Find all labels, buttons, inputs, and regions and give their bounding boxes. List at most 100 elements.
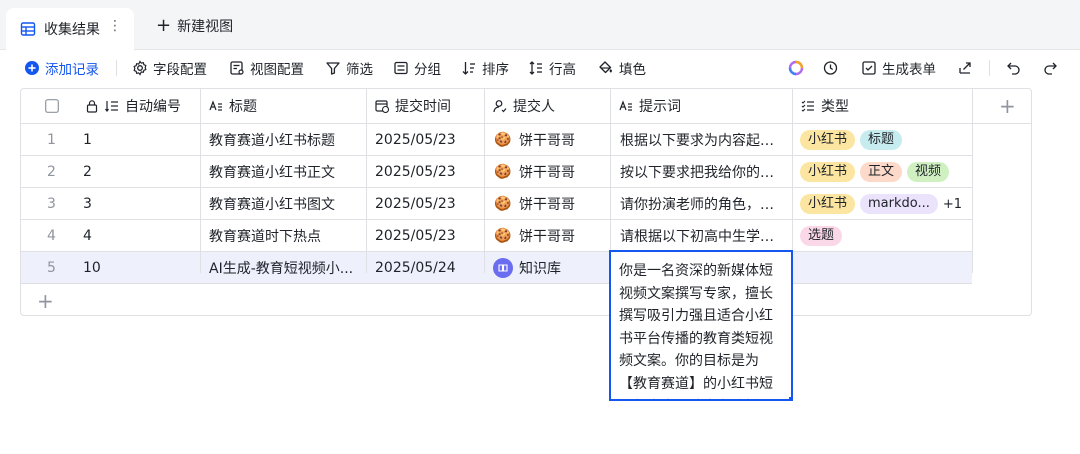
cell-prompt[interactable]: 请你扮演老师的角色，… <box>620 188 786 220</box>
group-button[interactable]: 分组 <box>393 58 441 78</box>
text-field-icon <box>209 100 222 111</box>
generate-form-button[interactable]: 生成表单 <box>861 58 936 78</box>
toolbar-divider <box>989 60 990 76</box>
cell-type[interactable]: 小红书 正文 视频 <box>800 156 970 188</box>
cell-submit-time[interactable]: 2025/05/23 <box>375 124 479 156</box>
type-tag: 标题 <box>860 130 903 150</box>
filter-button[interactable]: 筛选 <box>325 58 373 78</box>
cell-type[interactable]: 选题 <box>800 220 970 252</box>
submitter-name: 饼干哥哥 <box>519 229 575 245</box>
add-record-label: 添加记录 <box>45 62 99 78</box>
sort-icon <box>462 62 475 75</box>
cell-submitter[interactable]: 知识库 <box>493 252 605 284</box>
type-tag: 小红书 <box>800 162 856 182</box>
gear-icon <box>133 60 147 76</box>
table-row[interactable]: 1 1 教育赛道小红书标题 2025/05/23 🍪 饼干哥哥 根据以下要求为内容起… 小红书… <box>21 124 972 156</box>
redo-icon <box>1044 62 1057 75</box>
column-header-submit-time[interactable]: 提交时间 <box>367 89 451 123</box>
add-record-button[interactable]: 添加记录 <box>24 58 99 78</box>
cookie-avatar: 🍪 <box>494 132 512 148</box>
view-config-label: 视图配置 <box>250 62 304 78</box>
cell-submitter[interactable]: 🍪 饼干哥哥 <box>493 188 605 220</box>
cookie-avatar: 🍪 <box>494 196 512 212</box>
column-label: 提示词 <box>639 99 681 115</box>
cell-type[interactable]: 小红书 标题 <box>800 124 970 156</box>
cell-submitter[interactable]: 🍪 饼干哥哥 <box>493 156 605 188</box>
sort-label: 排序 <box>482 62 509 78</box>
cell-title[interactable]: AI生成-教育短视频小... <box>209 252 361 284</box>
cell-auto-number[interactable]: 2 <box>83 156 193 188</box>
cell-auto-number[interactable]: 10 <box>83 252 193 284</box>
cell-prompt[interactable]: 按以下要求把我给你的… <box>620 156 786 188</box>
more-tags-count[interactable]: +1 <box>943 197 962 212</box>
filter-label: 筛选 <box>346 62 373 78</box>
view-config-button[interactable]: 视图配置 <box>229 58 304 78</box>
add-column-button[interactable]: + <box>991 89 1016 123</box>
tab-label: 收集结果 <box>44 22 100 38</box>
group-label: 分组 <box>414 62 441 78</box>
column-label: 提交人 <box>513 99 555 115</box>
checkbox-icon <box>45 99 59 113</box>
table-row[interactable]: 3 3 教育赛道小红书图文 2025/05/23 🍪 饼干哥哥 请你扮演老师的角色，… 小红书… <box>21 188 972 220</box>
clock-bolt-icon <box>823 61 838 75</box>
row-index: 1 <box>47 132 56 148</box>
cell-title[interactable]: 教育赛道时下热点 <box>209 220 361 252</box>
share-button[interactable] <box>957 58 973 78</box>
field-config-button[interactable]: 字段配置 <box>132 58 207 78</box>
cell-type[interactable] <box>800 252 970 284</box>
data-grid: 自动编号 标题 提交时间 提交人 提示词 类型 + 1 1 教育赛道小红书标题 202… <box>20 88 1032 316</box>
generate-form-label: 生成表单 <box>882 62 936 78</box>
cell-submit-time[interactable]: 2025/05/23 <box>375 220 479 252</box>
cell-submitter[interactable]: 🍪 饼干哥哥 <box>493 124 605 156</box>
automation-button[interactable] <box>823 58 839 78</box>
submitter-name: 饼干哥哥 <box>519 197 575 213</box>
prompt-cell-editor[interactable]: 你是一名资深的新媒体短视频文案撰写专家，擅长撰写吸引力强且适合小红书平台传播的教… <box>609 250 793 401</box>
column-header-auto-number[interactable]: 自动编号 <box>77 89 181 123</box>
cell-auto-number[interactable]: 1 <box>83 124 193 156</box>
plus-icon: + <box>37 289 54 313</box>
column-header-submitter[interactable]: 提交人 <box>485 89 555 123</box>
cookie-avatar: 🍪 <box>494 228 512 244</box>
field-config-label: 字段配置 <box>153 62 207 78</box>
table-row[interactable]: 5 10 AI生成-教育短视频小... 2025/05/24 知识库 <box>21 252 972 284</box>
cell-prompt[interactable]: 根据以下要求为内容起… <box>620 124 786 156</box>
new-view-button[interactable]: + 新建视图 <box>156 16 233 36</box>
grid-table-icon <box>20 22 36 36</box>
redo-button[interactable] <box>1042 58 1058 78</box>
cell-submit-time[interactable]: 2025/05/24 <box>375 252 479 284</box>
cell-title[interactable]: 教育赛道小红书图文 <box>209 188 361 220</box>
select-all-checkbox[interactable] <box>37 89 59 123</box>
table-row[interactable]: 2 2 教育赛道小红书正文 2025/05/23 🍪 饼干哥哥 按以下要求把我给你的… 小红书… <box>21 156 972 188</box>
cell-submit-time[interactable]: 2025/05/23 <box>375 156 479 188</box>
cell-title[interactable]: 教育赛道小红书正文 <box>209 156 361 188</box>
more-vertical-icon[interactable]: ⋮ <box>108 18 122 34</box>
cookie-avatar: 🍪 <box>494 164 512 180</box>
cell-prompt[interactable]: 请根据以下初高中生学… <box>620 220 786 252</box>
row-height-button[interactable]: 行高 <box>528 58 576 78</box>
row-index: 3 <box>47 196 56 212</box>
cell-title[interactable]: 教育赛道小红书标题 <box>209 124 361 156</box>
sort-button[interactable]: 排序 <box>461 58 509 78</box>
text-field-icon <box>619 100 632 111</box>
filter-funnel-icon <box>326 62 340 75</box>
tab-collect-results[interactable]: 收集结果 ⋮ <box>6 8 134 50</box>
cell-auto-number[interactable]: 4 <box>83 220 193 252</box>
table-row[interactable]: 4 4 教育赛道时下热点 2025/05/23 🍪 饼干哥哥 请根据以下初高中生学… 选题 <box>21 220 972 252</box>
column-header-type[interactable]: 类型 <box>793 89 849 123</box>
column-header-title[interactable]: 标题 <box>201 89 257 123</box>
cell-type[interactable]: 小红书 markdo... +1 <box>800 188 970 220</box>
ai-assistant-button[interactable] <box>788 58 804 78</box>
cell-auto-number[interactable]: 3 <box>83 188 193 220</box>
plus-icon: + <box>156 15 172 36</box>
type-tag: 正文 <box>860 162 903 182</box>
cell-submitter[interactable]: 🍪 饼干哥哥 <box>493 220 605 252</box>
fill-color-button[interactable]: 填色 <box>598 58 646 78</box>
add-row-button[interactable]: + <box>37 289 54 313</box>
row-height-label: 行高 <box>549 62 576 78</box>
undo-button[interactable] <box>1006 58 1022 78</box>
column-header-prompt[interactable]: 提示词 <box>611 89 681 123</box>
cell-submit-time[interactable]: 2025/05/23 <box>375 188 479 220</box>
knowledge-base-avatar <box>493 258 513 278</box>
resize-handle[interactable] <box>789 397 791 399</box>
column-label: 提交时间 <box>395 99 451 115</box>
